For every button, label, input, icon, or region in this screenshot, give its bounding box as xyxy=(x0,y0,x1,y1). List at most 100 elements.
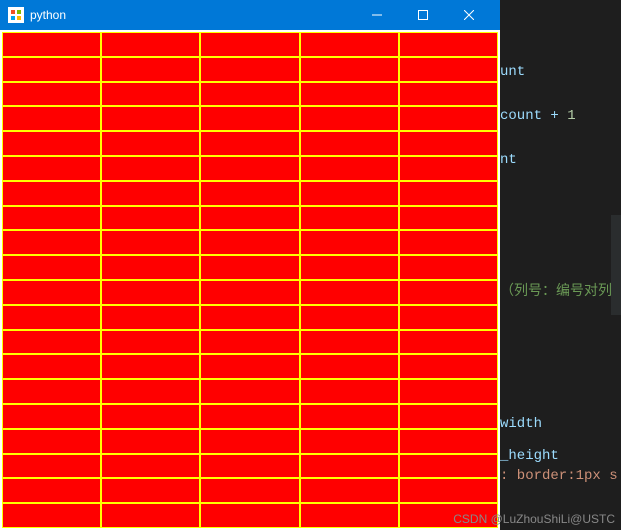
grid-cell xyxy=(2,354,101,379)
grid-cell xyxy=(200,255,299,280)
grid-cell xyxy=(2,454,101,479)
grid-cell xyxy=(200,429,299,454)
grid-cell xyxy=(300,106,399,131)
grid-cell xyxy=(101,32,200,57)
code-fragment: unt xyxy=(500,64,525,80)
grid-cell xyxy=(300,32,399,57)
grid-cell xyxy=(399,454,498,479)
grid-cell xyxy=(200,106,299,131)
grid-cell xyxy=(300,404,399,429)
grid-cell xyxy=(101,454,200,479)
grid-cell xyxy=(200,478,299,503)
grid-cell xyxy=(101,354,200,379)
grid-cell xyxy=(200,156,299,181)
code-fragment: width xyxy=(500,416,542,432)
grid-cell xyxy=(101,156,200,181)
grid-cell xyxy=(2,181,101,206)
grid-cell xyxy=(300,454,399,479)
grid-cell xyxy=(2,156,101,181)
close-button[interactable] xyxy=(446,0,492,30)
grid-cell xyxy=(300,131,399,156)
grid-cell xyxy=(200,181,299,206)
code-fragment: : border:1px s xyxy=(500,468,618,484)
code-fragment: nt xyxy=(500,152,517,168)
minimize-button[interactable] xyxy=(354,0,400,30)
grid-cell xyxy=(2,280,101,305)
app-window: python xyxy=(0,0,500,530)
grid-cell xyxy=(399,156,498,181)
grid-cell xyxy=(2,255,101,280)
grid-cell xyxy=(200,131,299,156)
grid-cell xyxy=(399,131,498,156)
grid-cell xyxy=(300,255,399,280)
grid-cell xyxy=(300,330,399,355)
grid-cell xyxy=(300,354,399,379)
grid-cell xyxy=(101,280,200,305)
grid-cell xyxy=(101,305,200,330)
grid-cell xyxy=(2,230,101,255)
grid-cell xyxy=(399,206,498,231)
grid-container xyxy=(0,30,500,530)
grid-cell xyxy=(300,503,399,528)
grid-cell xyxy=(2,330,101,355)
grid-cell xyxy=(399,305,498,330)
editor-minimap[interactable] xyxy=(611,215,621,315)
grid-cell xyxy=(300,429,399,454)
grid-cell xyxy=(200,206,299,231)
grid-cell xyxy=(101,57,200,82)
grid-cell xyxy=(2,131,101,156)
grid-cell xyxy=(200,57,299,82)
grid-cell xyxy=(300,280,399,305)
grid-cell xyxy=(101,429,200,454)
grid-cell xyxy=(399,404,498,429)
grid-cell xyxy=(300,82,399,107)
grid-cell xyxy=(101,230,200,255)
grid-cell xyxy=(399,230,498,255)
grid-cell xyxy=(101,82,200,107)
grid-cell xyxy=(399,82,498,107)
grid-cell xyxy=(2,404,101,429)
grid-cell xyxy=(200,32,299,57)
grid-cell xyxy=(200,230,299,255)
grid-cell xyxy=(2,478,101,503)
grid-cell xyxy=(200,354,299,379)
grid-cell xyxy=(300,156,399,181)
grid-cell xyxy=(300,305,399,330)
maximize-button[interactable] xyxy=(400,0,446,30)
grid-cell xyxy=(2,379,101,404)
grid-cell xyxy=(300,206,399,231)
code-fragment: count + xyxy=(500,108,567,124)
grid-cell xyxy=(300,379,399,404)
grid-cell xyxy=(2,82,101,107)
grid-cell xyxy=(101,503,200,528)
window-title: python xyxy=(30,8,354,22)
watermark: CSDN @LuZhouShiLi@USTC xyxy=(453,512,615,526)
app-icon xyxy=(8,7,24,23)
grid-cell xyxy=(101,379,200,404)
grid-cell xyxy=(399,354,498,379)
grid-cell xyxy=(2,57,101,82)
grid-cell xyxy=(200,305,299,330)
grid-cell xyxy=(101,206,200,231)
grid-cell xyxy=(101,181,200,206)
grid-cell xyxy=(399,429,498,454)
grid-cell xyxy=(399,280,498,305)
grid-cell xyxy=(101,330,200,355)
grid-cell xyxy=(200,330,299,355)
grid-cell xyxy=(300,478,399,503)
grid-cell xyxy=(200,454,299,479)
grid-cell xyxy=(300,181,399,206)
grid-cell xyxy=(399,106,498,131)
code-comment: （列号：编号对列数取 xyxy=(500,284,621,300)
grid-cell xyxy=(101,131,200,156)
grid-cell xyxy=(200,503,299,528)
grid-cell xyxy=(399,330,498,355)
code-fragment: _height xyxy=(500,448,559,464)
grid-cell xyxy=(399,181,498,206)
grid-cell xyxy=(2,305,101,330)
grid-cell xyxy=(101,478,200,503)
titlebar[interactable]: python xyxy=(0,0,500,30)
grid-cell xyxy=(101,106,200,131)
grid-cell xyxy=(300,57,399,82)
grid-cell xyxy=(300,230,399,255)
